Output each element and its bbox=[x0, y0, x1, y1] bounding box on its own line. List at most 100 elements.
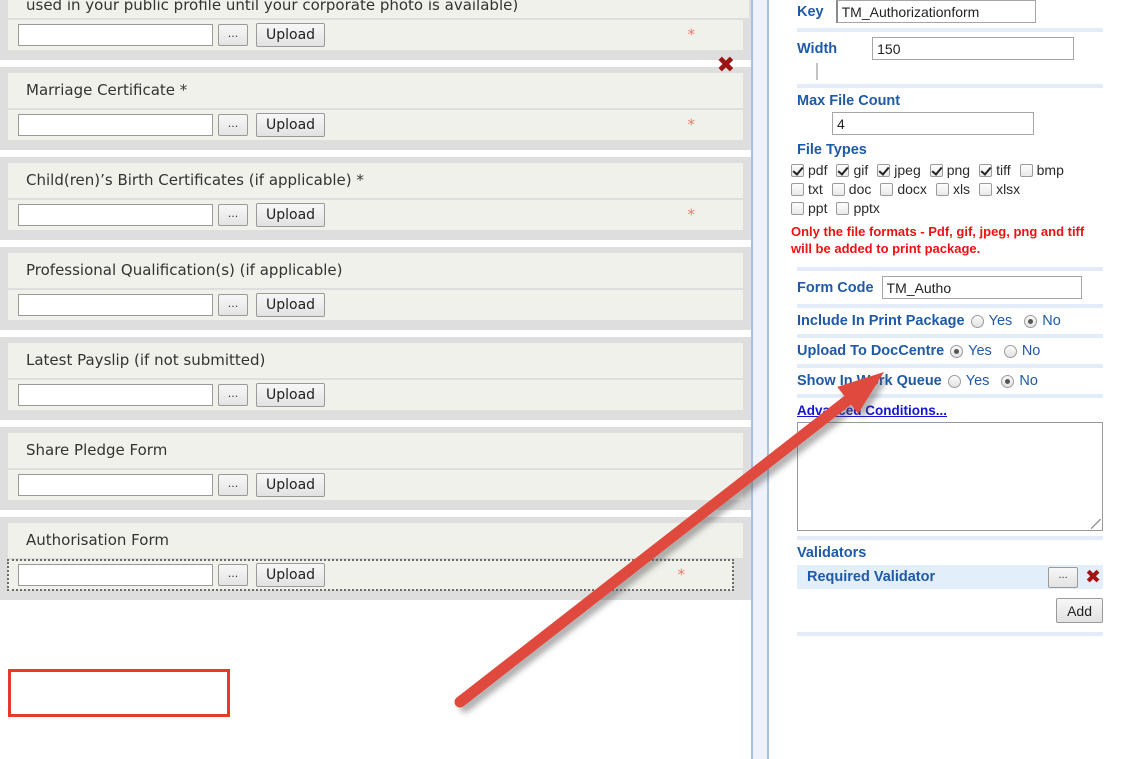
file-type-option-doc[interactable]: doc bbox=[831, 181, 872, 197]
upload-to-doccentre-yes-radio[interactable] bbox=[950, 344, 964, 358]
file-type-option-pdf[interactable]: pdf bbox=[791, 162, 827, 178]
file-path-input[interactable] bbox=[18, 24, 213, 46]
checkbox-xlsx-icon[interactable] bbox=[979, 182, 993, 196]
required-asterisk: * bbox=[687, 25, 696, 44]
file-path-input[interactable] bbox=[18, 474, 213, 496]
checkbox-ppt-icon[interactable] bbox=[791, 201, 804, 215]
document-upload-row[interactable]: ... Upload * bbox=[8, 110, 743, 140]
upload-button[interactable]: Upload bbox=[256, 113, 326, 137]
file-types-row: txt doc docx xls xlsx bbox=[791, 181, 1125, 197]
edit-validator-button[interactable]: ... bbox=[1048, 566, 1079, 588]
document-upload-row[interactable]: ... Upload * bbox=[7, 559, 734, 591]
upload-button[interactable]: Upload bbox=[256, 23, 326, 47]
file-path-input[interactable] bbox=[18, 204, 213, 226]
upload-to-doccentre-no-label: No bbox=[1021, 343, 1041, 359]
file-type-option-xls[interactable]: xls bbox=[935, 181, 970, 197]
document-upload-row[interactable]: ... Upload bbox=[8, 290, 743, 320]
document-card[interactable]: Professional Qualification(s) (if applic… bbox=[0, 247, 751, 330]
file-type-option-png[interactable]: png bbox=[929, 162, 970, 178]
browse-button[interactable]: ... bbox=[218, 294, 248, 316]
delete-validator-icon[interactable]: ✖ bbox=[1085, 567, 1101, 587]
remove-card-icon[interactable]: ✖ bbox=[717, 55, 735, 77]
divider bbox=[797, 28, 1103, 32]
browse-button[interactable]: ... bbox=[218, 114, 248, 136]
key-label: Key bbox=[797, 3, 824, 20]
checkbox-docx-icon[interactable] bbox=[880, 182, 894, 196]
divider bbox=[797, 632, 1103, 636]
document-card[interactable]: used in your public profile until your c… bbox=[0, 0, 751, 60]
checkbox-tiff-icon[interactable] bbox=[979, 163, 993, 177]
file-type-option-docx[interactable]: docx bbox=[880, 181, 927, 197]
browse-button[interactable]: ... bbox=[218, 384, 248, 406]
file-type-label: doc bbox=[848, 181, 872, 197]
checkbox-jpeg-icon[interactable] bbox=[877, 163, 891, 177]
add-validator-button[interactable]: Add bbox=[1056, 598, 1103, 623]
upload-to-doccentre-no-radio[interactable] bbox=[1003, 344, 1017, 358]
file-path-input[interactable] bbox=[18, 294, 213, 316]
upload-button[interactable]: Upload bbox=[256, 563, 326, 587]
file-type-option-xlsx[interactable]: xlsx bbox=[979, 181, 1020, 197]
checkbox-bmp-icon[interactable] bbox=[1019, 163, 1033, 177]
checkbox-txt-icon[interactable] bbox=[791, 182, 804, 196]
browse-button[interactable]: ... bbox=[218, 24, 248, 46]
document-upload-row[interactable]: ... Upload * bbox=[8, 200, 743, 230]
checkbox-png-icon[interactable] bbox=[929, 163, 943, 177]
checkbox-doc-icon[interactable] bbox=[831, 182, 845, 196]
upload-button[interactable]: Upload bbox=[256, 293, 326, 317]
document-card[interactable]: Share Pledge Form... Upload bbox=[0, 427, 751, 510]
file-type-label: tiff bbox=[996, 162, 1011, 178]
divider bbox=[797, 267, 1103, 271]
file-type-option-tiff[interactable]: tiff bbox=[979, 162, 1011, 178]
document-upload-row[interactable]: ... Upload bbox=[8, 380, 743, 410]
checkbox-pptx-icon[interactable] bbox=[836, 201, 850, 215]
file-type-label: xlsx bbox=[996, 181, 1021, 197]
document-card[interactable]: ✖ Marriage Certificate *... Upload * bbox=[0, 55, 751, 150]
file-type-option-bmp[interactable]: bmp bbox=[1019, 162, 1064, 178]
advanced-conditions-textarea[interactable] bbox=[797, 422, 1103, 531]
file-type-option-txt[interactable]: txt bbox=[791, 181, 823, 197]
file-types-row: ppt pptx bbox=[791, 200, 1125, 216]
resize-grip-icon[interactable] bbox=[1091, 519, 1101, 529]
form-code-input[interactable] bbox=[881, 276, 1082, 299]
upload-button[interactable]: Upload bbox=[256, 383, 326, 407]
advanced-conditions-link[interactable]: Advanced Conditions... bbox=[797, 403, 947, 418]
include-in-print-package-yes-radio[interactable] bbox=[970, 314, 984, 328]
file-type-label: pptx bbox=[853, 200, 880, 216]
browse-button[interactable]: ... bbox=[218, 564, 248, 586]
file-type-option-jpeg[interactable]: jpeg bbox=[877, 162, 921, 178]
key-input[interactable] bbox=[835, 0, 1036, 23]
validator-name: Required Validator bbox=[807, 569, 936, 585]
document-card[interactable]: Child(ren)’s Birth Certificates (if appl… bbox=[0, 157, 751, 240]
show-in-work-queue-no-radio[interactable] bbox=[1001, 374, 1015, 388]
upload-button[interactable]: Upload bbox=[256, 203, 326, 227]
document-card[interactable]: Latest Payslip (if not submitted)... Uplo… bbox=[0, 337, 751, 420]
checkbox-pdf-icon[interactable] bbox=[791, 163, 804, 177]
form-code-label: Form Code bbox=[797, 279, 874, 296]
properties-pane: Key Width Max File Count File Types pdf g… bbox=[769, 0, 1125, 759]
upload-button[interactable]: Upload bbox=[256, 473, 326, 497]
width-auto-checkbox[interactable] bbox=[816, 63, 818, 80]
file-type-option-gif[interactable]: gif bbox=[836, 162, 868, 178]
document-upload-row[interactable]: ... Upload bbox=[8, 470, 743, 500]
include-in-print-package-no-radio[interactable] bbox=[1024, 314, 1038, 328]
file-path-input[interactable] bbox=[18, 564, 213, 586]
document-card[interactable]: Authorisation Form... Upload * bbox=[0, 517, 751, 600]
file-type-label: gif bbox=[853, 162, 869, 178]
pane-splitter[interactable] bbox=[751, 0, 769, 759]
file-type-option-pptx[interactable]: pptx bbox=[836, 200, 880, 216]
max-file-count-input[interactable] bbox=[832, 112, 1034, 135]
document-upload-row[interactable]: ... Upload * bbox=[8, 20, 743, 50]
checkbox-gif-icon[interactable] bbox=[836, 163, 850, 177]
document-card-title-overflow: used in your public profile until your c… bbox=[8, 0, 749, 18]
validator-item[interactable]: Required Validator... ✖ bbox=[797, 565, 1103, 589]
show-in-work-queue-yes-radio[interactable] bbox=[947, 374, 961, 388]
property-file-types-row: File Types bbox=[769, 142, 1125, 158]
file-path-input[interactable] bbox=[18, 114, 213, 136]
include-in-print-package-yes-label: Yes bbox=[988, 313, 1013, 329]
browse-button[interactable]: ... bbox=[218, 474, 248, 496]
checkbox-xls-icon[interactable] bbox=[935, 182, 949, 196]
file-path-input[interactable] bbox=[18, 384, 213, 406]
browse-button[interactable]: ... bbox=[218, 204, 248, 226]
width-input[interactable] bbox=[872, 37, 1075, 60]
file-type-option-ppt[interactable]: ppt bbox=[791, 200, 827, 216]
